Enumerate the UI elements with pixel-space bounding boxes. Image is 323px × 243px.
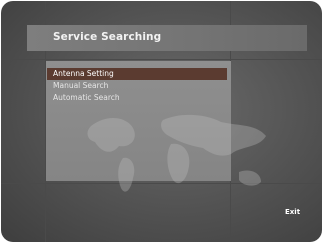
- background-grid-line: [1, 59, 322, 60]
- world-map-icon: [87, 114, 266, 192]
- tv-screen: Service Searching Antenna Setting Manual…: [1, 1, 322, 242]
- page-title: Service Searching: [53, 31, 162, 43]
- menu-item-antenna-setting[interactable]: Antenna Setting: [47, 68, 227, 80]
- menu-item-manual-search[interactable]: Manual Search: [47, 80, 227, 92]
- menu-item-automatic-search[interactable]: Automatic Search: [47, 92, 227, 104]
- exit-button[interactable]: Exit: [285, 208, 300, 216]
